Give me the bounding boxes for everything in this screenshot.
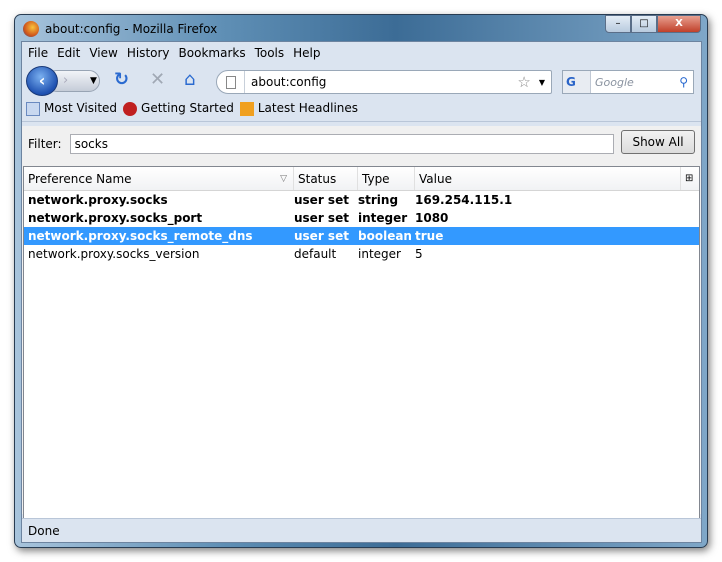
history-dropdown-icon[interactable]: ▼ <box>90 70 97 92</box>
show-all-button[interactable]: Show All <box>621 130 695 154</box>
cell-value: 1080 <box>415 211 449 225</box>
table-row[interactable]: network.proxy.socks_version default intege… <box>24 245 699 263</box>
bookmarks-toolbar: Most Visited Getting Started Latest Head… <box>22 96 701 122</box>
url-bar[interactable]: about:config ☆ ▼ <box>216 70 552 94</box>
filter-label: Filter: <box>28 137 62 151</box>
url-text[interactable]: about:config <box>245 75 517 89</box>
back-button[interactable]: ‹ <box>26 66 58 96</box>
bookmark-getting-started[interactable]: Getting Started <box>123 101 234 116</box>
stop-icon[interactable]: ✕ <box>150 69 165 91</box>
cell-name: network.proxy.socks_version <box>28 247 200 261</box>
most-visited-icon <box>26 101 40 116</box>
minimize-button[interactable]: – <box>605 15 631 33</box>
status-bar: Done <box>22 518 701 542</box>
maximize-button[interactable]: □ <box>631 15 657 33</box>
column-picker-icon[interactable]: ⊞ <box>681 167 699 190</box>
bookmark-most-visited[interactable]: Most Visited <box>26 101 117 116</box>
column-preference-name[interactable]: Preference Name ▽ <box>24 167 294 190</box>
column-value[interactable]: Value <box>415 167 681 190</box>
reload-icon[interactable]: ↻ <box>114 69 129 91</box>
page-icon <box>217 71 245 93</box>
cell-type: string <box>358 193 399 207</box>
tree-header: Preference Name ▽ Status Type Value ⊞ <box>24 167 699 191</box>
bookmark-latest-headlines[interactable]: Latest Headlines <box>239 101 359 116</box>
search-icon[interactable]: ⚲ <box>679 75 693 89</box>
cell-type: integer <box>358 247 401 261</box>
getting-started-icon <box>123 101 138 116</box>
browser-window: about:config - Mozilla Firefox – □ X Fil… <box>14 14 708 548</box>
cell-type: boolean <box>358 229 412 243</box>
cell-name: network.proxy.socks_remote_dns <box>28 229 253 243</box>
home-icon[interactable]: ⌂ <box>184 69 195 91</box>
cell-status: user set <box>294 193 349 207</box>
cell-status: user set <box>294 211 349 225</box>
browser-client: File Edit View History Bookmarks Tools H… <box>21 41 702 543</box>
cell-value: true <box>415 229 444 243</box>
tree-body: network.proxy.socks user set string 169.254… <box>24 191 699 263</box>
search-engine-button[interactable]: G <box>563 71 591 93</box>
navigation-toolbar: › ‹ ▼ ↻ ✕ ⌂ about:config ☆ ▼ G Google ⚲ <box>22 64 701 96</box>
cell-name: network.proxy.socks <box>28 193 168 207</box>
menu-history[interactable]: History <box>127 46 170 60</box>
sort-icon: ▽ <box>280 174 287 184</box>
firefox-logo-icon <box>23 21 39 37</box>
filter-input[interactable] <box>69 134 614 154</box>
close-button[interactable]: X <box>657 15 701 33</box>
bookmark-label: Most Visited <box>44 101 118 116</box>
cell-type: integer <box>358 211 408 225</box>
title-bar: about:config - Mozilla Firefox <box>23 19 217 39</box>
bookmark-star-icon[interactable]: ☆ <box>517 73 538 91</box>
search-box[interactable]: G Google ⚲ <box>562 70 694 94</box>
column-type[interactable]: Type <box>358 167 415 190</box>
rss-icon <box>239 101 254 116</box>
column-status[interactable]: Status <box>294 167 358 190</box>
menu-file[interactable]: File <box>28 46 48 60</box>
cell-value: 5 <box>415 247 423 261</box>
preferences-tree[interactable]: Preference Name ▽ Status Type Value ⊞ net… <box>23 166 700 526</box>
menu-bookmarks[interactable]: Bookmarks <box>179 46 246 60</box>
bookmark-label: Getting Started <box>141 101 234 116</box>
cell-status: default <box>294 247 337 261</box>
menu-bar: File Edit View History Bookmarks Tools H… <box>22 42 701 64</box>
search-input[interactable]: Google <box>591 76 679 89</box>
about-config-page: Filter: Show All Preference Name ▽ Status… <box>22 126 701 526</box>
cell-status: user set <box>294 229 349 243</box>
menu-view[interactable]: View <box>89 46 117 60</box>
table-row[interactable]: network.proxy.socks_port user set integer 1… <box>24 209 699 227</box>
url-dropdown-icon[interactable]: ▼ <box>539 78 551 87</box>
column-label: Preference Name <box>28 172 132 186</box>
window-title: about:config - Mozilla Firefox <box>45 22 218 36</box>
table-row[interactable]: network.proxy.socks_remote_dns user set bo… <box>24 227 699 245</box>
menu-edit[interactable]: Edit <box>57 46 80 60</box>
table-row[interactable]: network.proxy.socks user set string 169.254… <box>24 191 699 209</box>
cell-value: 169.254.115.1 <box>415 193 513 207</box>
bookmark-label: Latest Headlines <box>257 101 359 116</box>
cell-name: network.proxy.socks_port <box>28 211 203 225</box>
menu-tools[interactable]: Tools <box>255 46 285 60</box>
menu-help[interactable]: Help <box>293 46 320 60</box>
